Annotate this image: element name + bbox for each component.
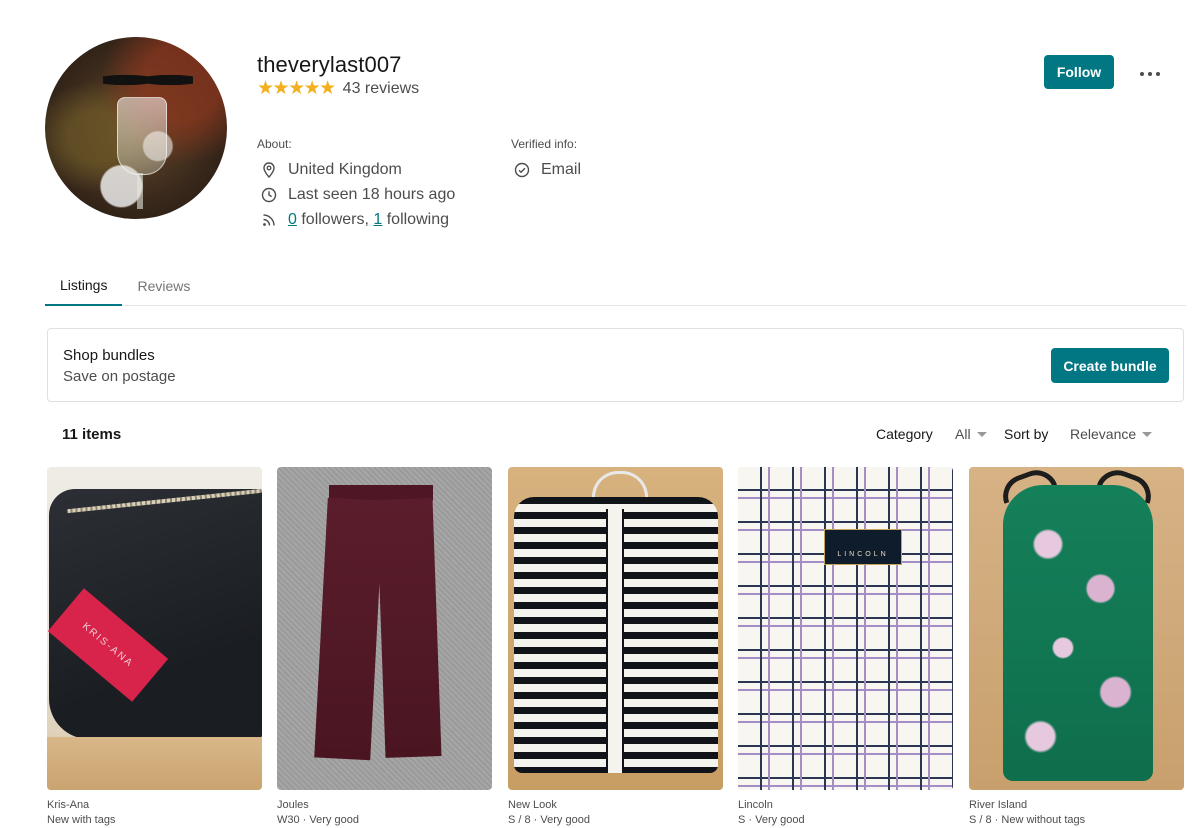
profile-tabs: Listings Reviews (45, 266, 1186, 306)
table-shape (47, 737, 262, 790)
sort-select[interactable]: Relevance (1070, 426, 1153, 442)
avatar-glass-stem-shape (137, 173, 143, 209)
category-label: Category (876, 426, 933, 442)
item-card[interactable]: KRIS-ANA Kris-Ana New with tags (47, 467, 262, 828)
item-card[interactable]: New Look S / 8 · Very good (508, 467, 723, 828)
profile-avatar (45, 37, 227, 219)
last-seen-text: Last seen 18 hours ago (288, 186, 456, 203)
followers-line: 0 followers, 1 following (261, 209, 449, 231)
rss-feed-icon (261, 212, 277, 228)
following-text: following (382, 211, 449, 228)
item-photo-cardigan[interactable] (508, 467, 723, 790)
item-brand: Lincoln (738, 799, 773, 811)
item-card[interactable]: Joules W30 · Very good (277, 467, 492, 828)
verified-info-label: Verified info: (511, 137, 578, 151)
profile-username: theverylast007 (257, 52, 402, 77)
follow-button[interactable]: Follow (1044, 55, 1114, 89)
item-meta: New with tags (47, 814, 116, 826)
item-meta: S / 8 · Very good (508, 814, 590, 826)
verified-email-text: Email (541, 161, 582, 178)
following-count-link[interactable]: 1 (373, 211, 382, 229)
item-meta: S · Very good (738, 814, 805, 826)
item-photo-bag[interactable]: KRIS-ANA (47, 467, 262, 790)
tab-listings[interactable]: Listings (45, 266, 123, 306)
items-count: 11 items (62, 426, 122, 443)
avatar-sunglasses-shape (103, 69, 193, 91)
location-text: United Kingdom (288, 161, 402, 178)
item-meta: S / 8 · New without tags (969, 814, 1086, 826)
more-dot (1140, 72, 1144, 76)
item-brand: Kris-Ana (47, 799, 90, 811)
followers-count-link[interactable]: 0 (288, 211, 297, 229)
check-circle-icon (514, 162, 530, 178)
item-card[interactable]: LINCOLN Lincoln S · Very good (738, 467, 953, 828)
more-dot (1156, 72, 1160, 76)
trousers-leg-shape (376, 498, 442, 758)
tab-reviews[interactable]: Reviews (122, 266, 205, 306)
create-bundle-button[interactable]: Create bundle (1051, 348, 1169, 383)
chevron-down-icon (976, 432, 987, 437)
location-pin-icon (261, 162, 277, 178)
shirt-brand-label: LINCOLN (824, 529, 902, 565)
sort-value: Relevance (1070, 426, 1137, 442)
item-brand: Joules (277, 799, 309, 811)
item-brand: New Look (508, 799, 557, 811)
item-photo-floral-top[interactable] (969, 467, 1184, 790)
category-select[interactable]: All (955, 426, 987, 442)
shop-bundles-card: Shop bundles Save on postage Create bund… (47, 328, 1184, 402)
verified-email-line: Email (514, 159, 581, 181)
avatar-wine-glass-shape (117, 97, 167, 175)
profile-rating[interactable]: ★★★★★ 43 reviews (257, 79, 419, 99)
item-brand: River Island (969, 799, 1028, 811)
more-dot (1148, 72, 1152, 76)
sort-label: Sort by (1004, 426, 1049, 442)
clock-icon (261, 187, 277, 203)
reviews-count: 43 reviews (342, 80, 420, 97)
more-options-icon[interactable] (1134, 62, 1166, 86)
trousers-leg-shape (314, 497, 384, 761)
rating-stars-icon: ★★★★★ (257, 78, 336, 99)
cardigan-placket-shape (606, 509, 624, 773)
about-label: About: (257, 137, 292, 151)
followers-text: followers, (296, 211, 374, 228)
item-photo-shirt[interactable]: LINCOLN (738, 467, 953, 790)
bundles-title: Shop bundles (63, 347, 155, 364)
floral-top-shape (1003, 485, 1153, 781)
item-photo-trousers[interactable] (277, 467, 492, 790)
bundles-subtitle: Save on postage (63, 368, 176, 385)
hanger-shape (592, 471, 648, 497)
check-shirt-shape (738, 467, 953, 790)
item-card[interactable]: River Island S / 8 · New without tags (969, 467, 1184, 828)
category-value: All (955, 426, 971, 442)
item-meta: W30 · Very good (277, 814, 359, 826)
location-line: United Kingdom (261, 159, 402, 181)
chevron-down-icon (1142, 432, 1153, 437)
last-seen-line: Last seen 18 hours ago (261, 184, 455, 206)
